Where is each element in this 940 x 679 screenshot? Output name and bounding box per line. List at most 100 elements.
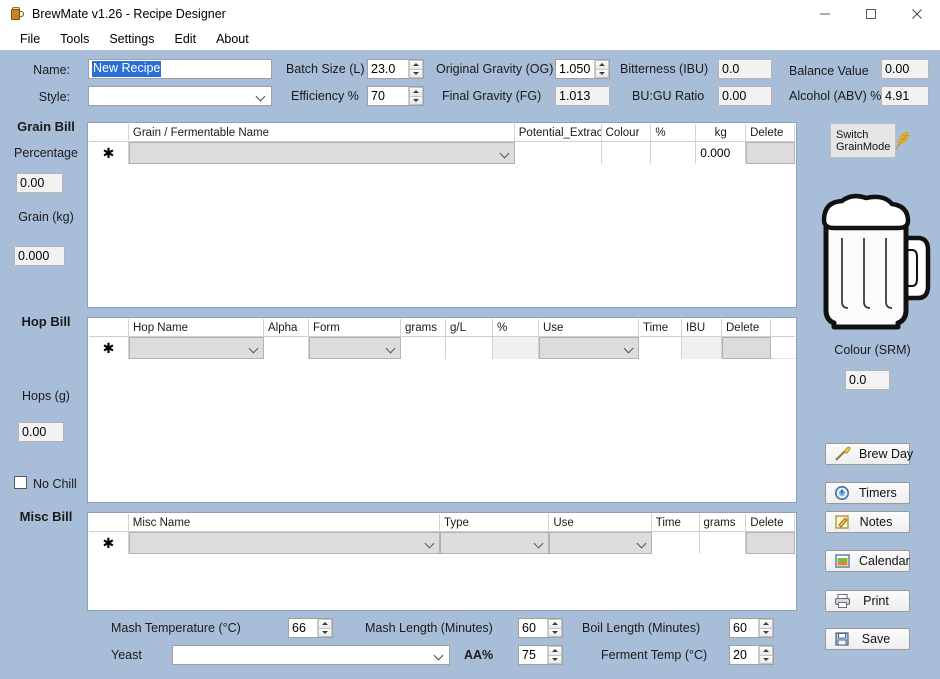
hop-ibu-cell[interactable]: [682, 337, 722, 359]
misc-grid-header: Misc Name Type Use Time grams Delete: [89, 514, 795, 532]
hop-name-cell[interactable]: [129, 337, 264, 359]
hop-grams-cell[interactable]: [401, 337, 446, 359]
hop-use-cell[interactable]: [539, 337, 639, 359]
misc-col-time[interactable]: Time: [652, 514, 700, 532]
grain-bill-grid[interactable]: Grain / Fermentable Name Potential_Extra…: [87, 122, 797, 308]
hop-new-row-marker: ✱: [89, 337, 129, 359]
hop-col-use[interactable]: Use: [539, 319, 639, 337]
misc-col-delete[interactable]: Delete: [746, 514, 795, 532]
print-button[interactable]: Print: [825, 590, 910, 612]
misc-time-cell[interactable]: [651, 532, 700, 554]
grain-potential-extract-cell[interactable]: [514, 142, 602, 164]
ferment-temp-stepper[interactable]: 20: [729, 645, 774, 665]
batch-size-label: Batch Size (L): [286, 62, 365, 76]
misc-bill-grid[interactable]: Misc Name Type Use Time grams Delete ✱: [87, 512, 797, 611]
yeast-dropdown[interactable]: [172, 645, 450, 665]
no-chill-label[interactable]: No Chill: [33, 477, 77, 491]
notes-button[interactable]: Notes: [825, 511, 910, 533]
misc-type-cell[interactable]: [439, 532, 550, 554]
maximize-icon[interactable]: [848, 0, 894, 27]
grain-col-name[interactable]: Grain / Fermentable Name: [129, 124, 515, 142]
mash-length-stepper[interactable]: 60: [518, 618, 563, 638]
percentage-value: 0.00: [20, 175, 45, 190]
og-value: 1.050: [559, 62, 591, 76]
batch-size-spinner-arrows[interactable]: [408, 60, 423, 78]
fg-label: Final Gravity (FG): [442, 89, 542, 103]
grain-name-cell[interactable]: [128, 142, 515, 164]
hop-col-delete[interactable]: Delete: [722, 319, 771, 337]
batch-size-stepper[interactable]: 23.0: [367, 59, 424, 79]
menu-settings[interactable]: Settings: [99, 30, 164, 48]
hop-col-form[interactable]: Form: [309, 319, 401, 337]
aa-stepper[interactable]: 75: [518, 645, 563, 665]
efficiency-spinner-arrows[interactable]: [408, 87, 423, 105]
table-row[interactable]: ✱: [89, 532, 795, 554]
table-row[interactable]: ✱: [89, 337, 795, 359]
hop-col-grams[interactable]: grams: [401, 319, 446, 337]
menu-edit[interactable]: Edit: [165, 30, 207, 48]
misc-grams-cell[interactable]: [699, 532, 747, 554]
fg-value-field: 1.013: [555, 86, 610, 106]
menu-file[interactable]: File: [10, 30, 50, 48]
hop-col-time[interactable]: Time: [639, 319, 682, 337]
menu-tools[interactable]: Tools: [50, 30, 99, 48]
hop-form-cell[interactable]: [309, 337, 401, 359]
hop-alpha-cell[interactable]: [264, 337, 309, 359]
grain-kg-cell[interactable]: 0.000: [696, 142, 747, 164]
grain-col-potential-extract[interactable]: Potential_Extract: [515, 124, 602, 142]
colour-srm-field: 0.0: [845, 370, 890, 390]
recipe-name-input[interactable]: New Recipe: [88, 59, 272, 79]
hop-bill-grid[interactable]: Hop Name Alpha Form grams g/L % Use Time…: [87, 317, 797, 503]
misc-col-grams[interactable]: grams: [700, 514, 747, 532]
grain-colour-cell[interactable]: [601, 142, 652, 164]
hop-time-cell[interactable]: [639, 337, 682, 359]
style-dropdown[interactable]: [88, 86, 272, 106]
bugu-label: BU:GU Ratio: [632, 89, 705, 103]
boil-length-stepper[interactable]: 60: [729, 618, 774, 638]
no-chill-checkbox[interactable]: [14, 476, 27, 489]
og-stepper[interactable]: 1.050: [555, 59, 610, 79]
grain-col-percent[interactable]: %: [651, 124, 697, 142]
aa-spinner-arrows[interactable]: [547, 646, 562, 664]
grain-delete-cell[interactable]: [746, 142, 795, 164]
grain-col-kg[interactable]: kg: [696, 124, 747, 142]
ferment-temp-spinner-arrows[interactable]: [758, 646, 773, 664]
close-icon[interactable]: [894, 0, 940, 27]
brew-day-label: Brew Day: [859, 447, 914, 461]
hop-col-name[interactable]: Hop Name: [129, 319, 264, 337]
hop-col-g-per-l[interactable]: g/L: [446, 319, 493, 337]
hop-col-ibu[interactable]: IBU: [682, 319, 722, 337]
grain-new-row-marker: ✱: [89, 142, 129, 164]
grain-percent-cell[interactable]: [651, 142, 697, 164]
boil-length-spinner-arrows[interactable]: [758, 619, 773, 637]
hop-col-alpha[interactable]: Alpha: [264, 319, 309, 337]
hop-g-per-l-cell[interactable]: [446, 337, 493, 359]
misc-col-type[interactable]: Type: [440, 514, 550, 532]
hop-col-percent[interactable]: %: [493, 319, 539, 337]
misc-delete-cell[interactable]: [746, 532, 795, 554]
mash-temp-stepper[interactable]: 66: [288, 618, 333, 638]
switch-grain-mode-button[interactable]: Switch GrainMode: [830, 123, 910, 158]
brew-day-button[interactable]: Brew Day: [825, 443, 913, 465]
mash-length-spinner-arrows[interactable]: [547, 619, 562, 637]
save-button[interactable]: Save: [825, 628, 910, 650]
grain-kg-label: Grain (kg): [18, 210, 74, 224]
hop-percent-cell[interactable]: [493, 337, 539, 359]
misc-col-use[interactable]: Use: [549, 514, 652, 532]
chevron-down-icon: [435, 652, 444, 658]
misc-name-cell[interactable]: [128, 532, 440, 554]
efficiency-stepper[interactable]: 70: [367, 86, 424, 106]
beer-mug-illustration: [812, 190, 934, 340]
grain-col-colour[interactable]: Colour: [602, 124, 652, 142]
minimize-icon[interactable]: [802, 0, 848, 27]
menu-about[interactable]: About: [206, 30, 259, 48]
calendar-button[interactable]: Calendar: [825, 550, 910, 572]
timers-button[interactable]: Timers: [825, 482, 910, 504]
table-row[interactable]: ✱ 0.000: [89, 142, 795, 164]
grain-col-delete[interactable]: Delete: [746, 124, 795, 142]
og-spinner-arrows[interactable]: [594, 60, 609, 78]
hop-delete-cell[interactable]: [722, 337, 771, 359]
misc-col-name[interactable]: Misc Name: [129, 514, 440, 532]
mash-temp-spinner-arrows[interactable]: [317, 619, 332, 637]
misc-use-cell[interactable]: [549, 532, 652, 554]
